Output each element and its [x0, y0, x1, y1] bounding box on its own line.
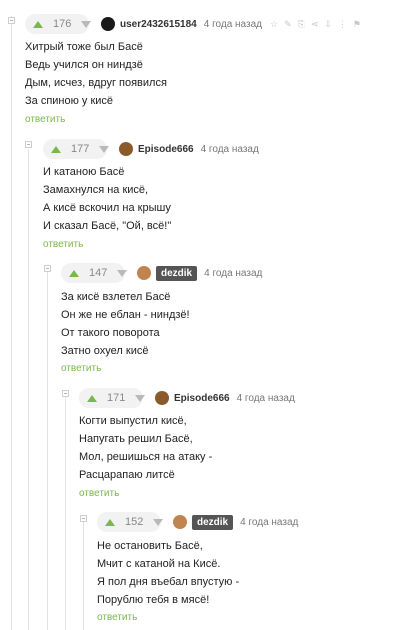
comment-line: Я пол дня въебал впустую -: [97, 576, 240, 588]
downvote-icon[interactable]: [117, 269, 128, 277]
vote-widget: 177: [43, 139, 110, 159]
comment-text: И катаною Басё Замахнулся на кисё, А кис…: [43, 163, 171, 235]
comment-header: 152 dezdik 4 года назад: [97, 512, 298, 532]
reply-link[interactable]: ответить: [97, 612, 137, 623]
author-name[interactable]: Episode666: [174, 393, 230, 404]
avatar[interactable]: [101, 17, 115, 31]
collapse-toggle[interactable]: [44, 265, 51, 272]
comment-rating: 147: [89, 267, 108, 279]
author-name[interactable]: dezdik: [192, 514, 234, 530]
comment-line: От такого поворота: [61, 327, 160, 339]
comment-line: Мол, решишься на атаку -: [79, 451, 213, 463]
upvote-icon[interactable]: [33, 20, 43, 28]
upvote-icon[interactable]: [87, 394, 97, 402]
thread-line: [28, 149, 29, 630]
comment-text: Когти выпустил кисё, Напугать решил Басё…: [79, 412, 212, 484]
downvote-icon[interactable]: [99, 145, 110, 153]
vote-widget: 171: [79, 388, 146, 408]
comment-rating: 177: [71, 143, 90, 155]
save-icon[interactable]: ⇩: [324, 19, 332, 29]
avatar[interactable]: [137, 266, 151, 280]
comment-line: Дым, исчез, вдруг появился: [25, 77, 167, 89]
collapse-toggle[interactable]: [25, 141, 32, 148]
thread-line: [65, 397, 66, 630]
author-name[interactable]: dezdik: [156, 265, 198, 281]
downvote-icon[interactable]: [81, 20, 92, 28]
comment-rating: 152: [125, 516, 144, 528]
comment-line: А кисё вскочил на крышу: [43, 202, 171, 214]
reply-link[interactable]: ответить: [25, 114, 65, 125]
link-icon[interactable]: ⎘: [298, 19, 305, 29]
comment-line: Расцарапаю литсё: [79, 469, 175, 481]
comment-line: И сказал Басё, "Ой, всё!": [43, 220, 172, 232]
comment-line: Замахнулся на кисё,: [43, 184, 149, 196]
thread-line: [47, 272, 48, 630]
collapse-toggle[interactable]: [8, 17, 15, 24]
comment-line: Затно охуел кисё: [61, 345, 149, 357]
collapse-toggle[interactable]: [80, 515, 87, 522]
avatar[interactable]: [173, 515, 187, 529]
upvote-icon[interactable]: [69, 269, 79, 277]
vote-widget: 176: [25, 14, 92, 34]
comment-time[interactable]: 4 года назад: [240, 517, 298, 528]
comment-line: За кисё взлетел Басё: [61, 291, 171, 303]
downvote-icon[interactable]: [153, 518, 164, 526]
comment-line: Порублю тебя в мясё!: [97, 594, 210, 606]
thread-line: [11, 16, 12, 630]
comment-header: 176 user2432615184 4 года назад ☆ ✎ ⎘ ⋖ …: [25, 14, 361, 34]
edit-icon[interactable]: ✎: [284, 19, 292, 29]
vote-widget: 152: [97, 512, 164, 532]
comment-text: Не остановить Басё, Мчит с катаной на Ки…: [97, 537, 239, 609]
avatar[interactable]: [155, 391, 169, 405]
comment-line: Мчит с катаной на Кисё.: [97, 558, 221, 570]
comment-header: 147 dezdik 4 года назад: [61, 263, 262, 283]
comment-line: За спиною у кисё: [25, 95, 114, 107]
comment-line: Напугать решил Басё,: [79, 433, 193, 445]
author-name[interactable]: user2432615184: [120, 19, 197, 30]
comment-line: Когти выпустил кисё,: [79, 415, 187, 427]
share-icon[interactable]: ⋖: [311, 19, 319, 29]
author-name[interactable]: Episode666: [138, 144, 194, 155]
comment-line: Не остановить Басё,: [97, 540, 203, 552]
comment-tools: ☆ ✎ ⎘ ⋖ ⇩ ⋮ ⚑: [270, 19, 361, 29]
comment-text: За кисё взлетел Басё Он же не еблан - ни…: [61, 288, 190, 360]
flag-icon[interactable]: ⚑: [353, 19, 361, 29]
reply-link[interactable]: ответить: [43, 239, 83, 250]
upvote-icon[interactable]: [51, 145, 61, 153]
comment-rating: 176: [53, 18, 72, 30]
reply-link[interactable]: ответить: [79, 488, 119, 499]
comment-line: И катаною Басё: [43, 166, 125, 178]
comment-line: Ведь учился он ниндзё: [25, 59, 143, 71]
reply-link[interactable]: ответить: [61, 363, 101, 374]
comment-text: Хитрый тоже был Басё Ведь учился он нинд…: [25, 38, 167, 110]
thread-line: [83, 522, 84, 630]
comment-line: Он же не еблан - ниндзё!: [61, 309, 190, 321]
upvote-icon[interactable]: [105, 518, 115, 526]
more-icon[interactable]: ⋮: [338, 19, 347, 29]
comment-time[interactable]: 4 года назад: [204, 19, 262, 30]
comment-line: Хитрый тоже был Басё: [25, 41, 143, 53]
collapse-toggle[interactable]: [62, 390, 69, 397]
downvote-icon[interactable]: [135, 394, 146, 402]
comment-time[interactable]: 4 года назад: [237, 393, 295, 404]
avatar[interactable]: [119, 142, 133, 156]
comment-header: 177 Episode666 4 года назад: [43, 139, 259, 159]
vote-widget: 147: [61, 263, 128, 283]
comment-header: 171 Episode666 4 года назад: [79, 388, 295, 408]
comment-time[interactable]: 4 года назад: [204, 268, 262, 279]
comment-rating: 171: [107, 392, 126, 404]
comment-time[interactable]: 4 года назад: [201, 144, 259, 155]
bookmark-icon[interactable]: ☆: [270, 19, 278, 29]
